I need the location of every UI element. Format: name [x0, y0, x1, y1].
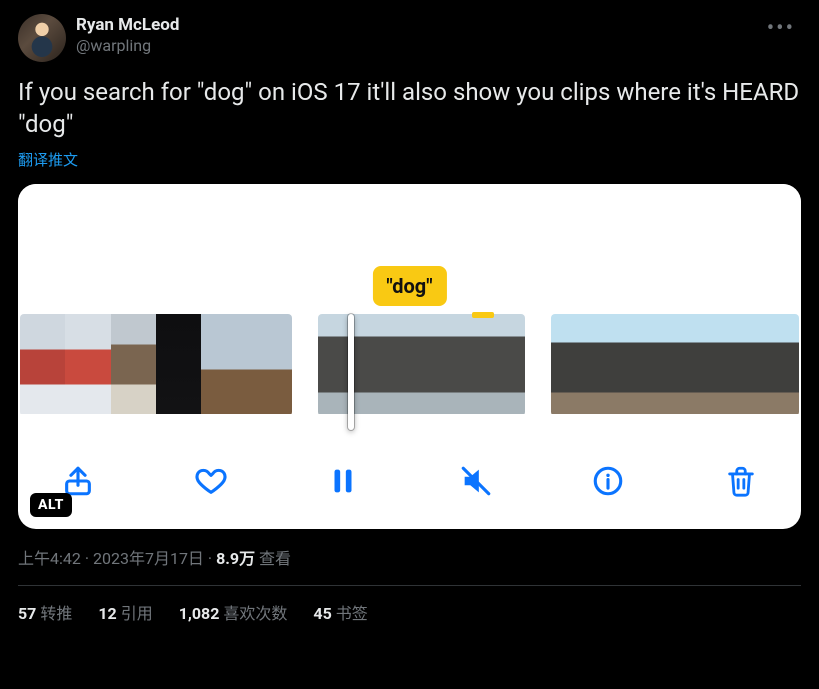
- info-icon[interactable]: [588, 461, 628, 501]
- handle[interactable]: @warpling: [76, 36, 179, 57]
- stat-likes[interactable]: 1,082喜欢次数: [179, 600, 288, 624]
- clip-frame: [634, 314, 675, 414]
- mute-icon[interactable]: [456, 461, 496, 501]
- clip-frame: [111, 314, 156, 414]
- clip-frame: [456, 314, 525, 414]
- trash-icon[interactable]: [721, 461, 761, 501]
- avatar[interactable]: [18, 14, 66, 62]
- clip-frame: [592, 314, 633, 414]
- playhead[interactable]: [348, 314, 354, 430]
- clip-frame: [387, 314, 456, 414]
- clip-group-3[interactable]: [551, 314, 799, 416]
- clip-frame: [551, 314, 592, 414]
- tweet-container: Ryan McLeod @warpling ••• If you search …: [0, 0, 819, 636]
- clip-frame: [156, 314, 201, 414]
- clip-strip[interactable]: [18, 314, 801, 416]
- media-card[interactable]: "dog": [18, 184, 801, 529]
- stats-row: 57转推 12引用 1,082喜欢次数 45书签: [18, 600, 801, 624]
- clip-frame: [20, 314, 65, 414]
- meta-date[interactable]: 2023年7月17日: [93, 549, 204, 568]
- stat-retweets[interactable]: 57转推: [18, 600, 72, 624]
- pause-icon[interactable]: [323, 461, 363, 501]
- search-term-bubble: "dog": [372, 266, 446, 306]
- tweet-meta: 上午4:42 · 2023年7月17日 · 8.9万 查看: [18, 545, 801, 569]
- tweet-header: Ryan McLeod @warpling •••: [18, 14, 801, 62]
- divider: [18, 585, 801, 586]
- clip-frame: [65, 314, 110, 414]
- media-top: "dog": [18, 184, 801, 314]
- display-name[interactable]: Ryan McLeod: [76, 14, 179, 36]
- alt-badge[interactable]: ALT: [30, 493, 72, 517]
- tweet-text: If you search for "dog" on iOS 17 it'll …: [18, 76, 801, 141]
- meta-time[interactable]: 上午4:42: [18, 549, 81, 568]
- clip-frame: [675, 314, 716, 414]
- stat-bookmarks[interactable]: 45书签: [313, 600, 367, 624]
- views-label: 查看: [255, 549, 291, 568]
- clip-frame: [716, 314, 757, 414]
- stat-quotes[interactable]: 12引用: [98, 600, 152, 624]
- more-icon[interactable]: •••: [761, 14, 801, 44]
- media-toolbar: [18, 433, 801, 529]
- clip-group-1[interactable]: [20, 314, 292, 416]
- clip-frame: [758, 314, 799, 414]
- views-count[interactable]: 8.9万: [216, 549, 255, 568]
- clip-frame: [247, 314, 292, 414]
- marker-tick: [472, 312, 494, 318]
- heart-icon[interactable]: [191, 461, 231, 501]
- author-names: Ryan McLeod @warpling: [76, 14, 179, 57]
- clip-frame: [201, 314, 246, 414]
- translate-link[interactable]: 翻译推文: [18, 149, 78, 170]
